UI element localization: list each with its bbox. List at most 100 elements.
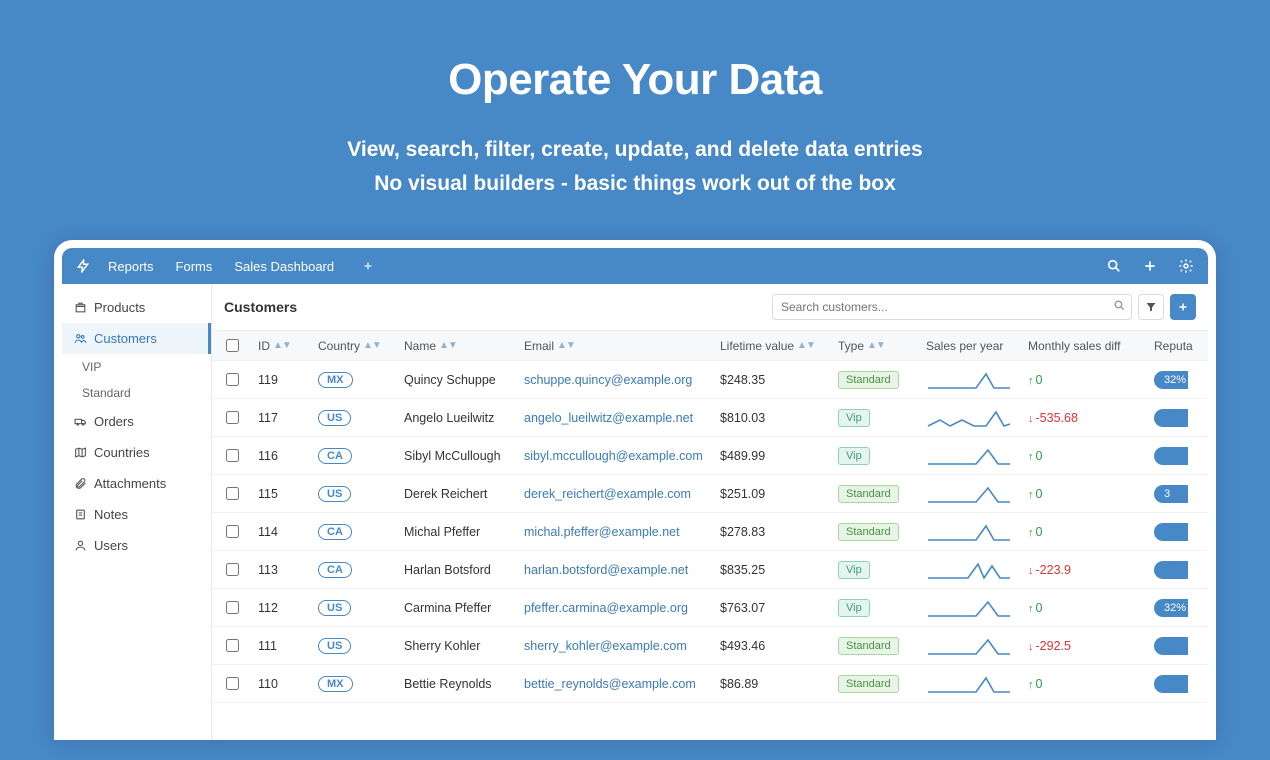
col-country[interactable]: Country▲▼ — [312, 339, 398, 353]
row-checkbox[interactable] — [226, 563, 239, 576]
sidebar-item-products[interactable]: Products — [62, 292, 211, 323]
row-checkbox[interactable] — [226, 487, 239, 500]
box-icon — [72, 301, 88, 314]
arrow-down-icon: ↓ — [1028, 413, 1034, 425]
search-icon[interactable] — [1106, 258, 1122, 274]
nav-reports[interactable]: Reports — [108, 259, 154, 274]
row-checkbox[interactable] — [226, 449, 239, 462]
reputation-pill — [1154, 447, 1188, 465]
sidebar-item-label: Users — [94, 538, 128, 553]
nav-forms[interactable]: Forms — [176, 259, 213, 274]
cell-id: 115 — [252, 487, 312, 501]
country-pill[interactable]: MX — [318, 372, 353, 388]
table-row[interactable]: 116CASibyl McCulloughsibyl.mccullough@ex… — [212, 437, 1208, 475]
select-all-checkbox[interactable] — [226, 339, 239, 352]
row-checkbox[interactable] — [226, 601, 239, 614]
email-link[interactable]: angelo_lueilwitz@example.net — [524, 411, 693, 425]
email-link[interactable]: sibyl.mccullough@example.com — [524, 449, 703, 463]
type-badge: Vip — [838, 409, 870, 427]
table-row[interactable]: 115 US Derek Reichert derek_reichert@exampl… — [212, 475, 1208, 513]
add-icon[interactable] — [1142, 258, 1158, 274]
sidebar-item-attachments[interactable]: Attachments — [62, 468, 211, 499]
sparkline — [920, 596, 1022, 620]
table-row[interactable]: 113CAHarlan Botsfordharlan.botsford@exam… — [212, 551, 1208, 589]
cell-id: 110 — [252, 677, 312, 691]
gear-icon[interactable] — [1178, 258, 1194, 274]
sparkline — [920, 482, 1022, 506]
add-record-button[interactable] — [1170, 294, 1196, 320]
country-pill[interactable]: US — [318, 638, 351, 654]
country-pill[interactable]: CA — [318, 562, 352, 578]
country-pill[interactable]: US — [318, 410, 351, 426]
user-icon — [72, 539, 88, 552]
sparkline — [920, 672, 1022, 696]
cell-ltv: $810.03 — [714, 411, 832, 425]
row-checkbox[interactable] — [226, 639, 239, 652]
col-monthly-diff[interactable]: Monthly sales diff — [1022, 339, 1148, 353]
type-badge: Standard — [838, 675, 899, 693]
cell-id: 117 — [252, 411, 312, 425]
arrow-down-icon: ↓ — [1028, 565, 1034, 577]
table-row[interactable]: 112USCarmina Pfefferpfeffer.carmina@exam… — [212, 589, 1208, 627]
col-sales-year[interactable]: Sales per year — [920, 339, 1022, 353]
country-pill[interactable]: US — [318, 486, 351, 502]
cell-id: 113 — [252, 563, 312, 577]
country-pill[interactable]: CA — [318, 448, 352, 464]
sort-icon: ▲▼ — [363, 340, 381, 351]
cell-ltv: $489.99 — [714, 449, 832, 463]
diff-value: ↑0 — [1028, 373, 1042, 387]
email-link[interactable]: harlan.botsford@example.net — [524, 563, 688, 577]
table-row[interactable]: 119MXQuincy Schuppeschuppe.quincy@exampl… — [212, 361, 1208, 399]
cell-id: 116 — [252, 449, 312, 463]
col-ltv[interactable]: Lifetime value▲▼ — [714, 339, 832, 353]
sidebar-subitem-standard[interactable]: Standard — [62, 380, 211, 406]
email-link[interactable]: sherry_kohler@example.com — [524, 639, 687, 653]
email-link[interactable]: bettie_reynolds@example.com — [524, 677, 696, 691]
sparkline — [920, 520, 1022, 544]
sort-icon: ▲▼ — [273, 340, 291, 351]
sidebar-subitem-vip[interactable]: VIP — [62, 354, 211, 380]
sparkline — [920, 368, 1022, 392]
map-icon — [72, 446, 88, 459]
sidebar-item-notes[interactable]: Notes — [62, 499, 211, 530]
col-reputation[interactable]: Reputa — [1148, 339, 1208, 353]
sort-icon: ▲▼ — [439, 340, 457, 351]
sidebar-item-label: Orders — [94, 414, 134, 429]
country-pill[interactable]: US — [318, 600, 351, 616]
type-badge: Standard — [838, 523, 899, 541]
table-row[interactable]: 117USAngelo Lueilwitzangelo_lueilwitz@ex… — [212, 399, 1208, 437]
col-name[interactable]: Name▲▼ — [398, 339, 518, 353]
col-id[interactable]: ID▲▼ — [252, 339, 312, 353]
table-row[interactable]: 114CAMichal Pfeffermichal.pfeffer@exampl… — [212, 513, 1208, 551]
row-checkbox[interactable] — [226, 373, 239, 386]
cell-name: Derek Reichert — [398, 487, 518, 501]
email-link[interactable]: schuppe.quincy@example.org — [524, 373, 692, 387]
nav-add-tab[interactable] — [362, 260, 374, 272]
diff-value: ↑0 — [1028, 525, 1042, 539]
email-link[interactable]: michal.pfeffer@example.net — [524, 525, 680, 539]
col-type[interactable]: Type▲▼ — [832, 339, 920, 353]
filter-button[interactable] — [1138, 294, 1164, 320]
country-pill[interactable]: CA — [318, 524, 352, 540]
search-input[interactable] — [772, 294, 1132, 320]
table-row[interactable]: 110MXBettie Reynoldsbettie_reynolds@exam… — [212, 665, 1208, 703]
email-link[interactable]: pfeffer.carmina@example.org — [524, 601, 688, 615]
table-row[interactable]: 111USSherry Kohlersherry_kohler@example.… — [212, 627, 1208, 665]
country-pill[interactable]: MX — [318, 676, 353, 692]
sidebar-item-orders[interactable]: Orders — [62, 406, 211, 437]
topbar: Reports Forms Sales Dashboard — [62, 248, 1208, 284]
sidebar-item-users[interactable]: Users — [62, 530, 211, 561]
type-badge: Standard — [838, 637, 899, 655]
sidebar-item-customers[interactable]: Customers — [62, 323, 211, 354]
reputation-pill — [1154, 409, 1188, 427]
row-checkbox[interactable] — [226, 525, 239, 538]
truck-icon — [72, 415, 88, 428]
nav-sales-dashboard[interactable]: Sales Dashboard — [234, 259, 334, 274]
row-checkbox[interactable] — [226, 411, 239, 424]
row-checkbox[interactable] — [226, 677, 239, 690]
arrow-up-icon: ↑ — [1028, 679, 1034, 691]
col-email[interactable]: Email▲▼ — [518, 339, 714, 353]
sidebar-item-countries[interactable]: Countries — [62, 437, 211, 468]
email-link[interactable]: derek_reichert@example.com — [524, 487, 691, 501]
users-icon — [72, 332, 88, 345]
